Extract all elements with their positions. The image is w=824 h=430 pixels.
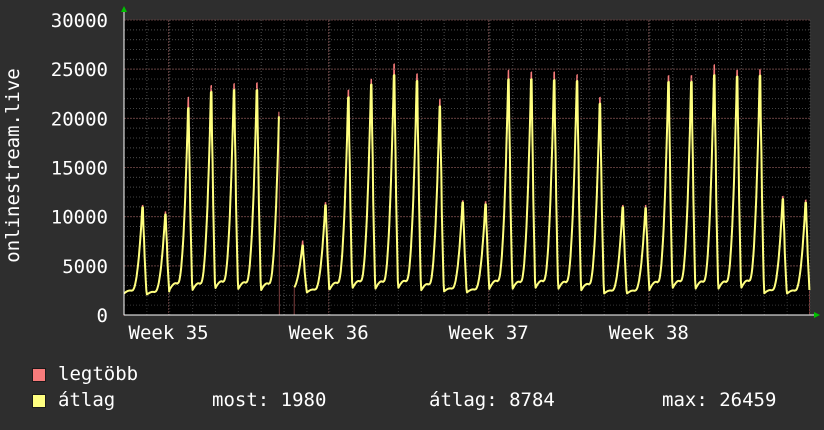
legend-swatch-avg bbox=[32, 394, 46, 408]
legend-item-max: legtöbb bbox=[32, 364, 138, 384]
y-tick-label: 20000 bbox=[51, 108, 108, 130]
y-axis-arrow-icon bbox=[121, 6, 127, 12]
y-tick-label: 15000 bbox=[51, 158, 108, 180]
legend-label-avg: átlag bbox=[58, 389, 116, 411]
x-tick-label: Week 35 bbox=[129, 322, 209, 344]
stat-current: most: 1980 bbox=[212, 389, 327, 411]
x-tick-label: Week 37 bbox=[449, 322, 529, 344]
stat-average: átlag: 8784 bbox=[429, 389, 555, 411]
x-tick-label: Week 36 bbox=[289, 322, 369, 344]
x-axis-arrow-icon bbox=[814, 312, 820, 318]
legend-label-max: legtöbb bbox=[58, 363, 139, 385]
y-tick-label: 0 bbox=[97, 305, 108, 327]
y-tick-label: 5000 bbox=[62, 256, 108, 278]
legend-swatch-max bbox=[32, 368, 46, 382]
y-tick-label: 30000 bbox=[51, 10, 108, 32]
legend-item-avg: átlag bbox=[32, 390, 115, 410]
y-axis-label: onlinestream.live bbox=[2, 68, 24, 262]
stat-maximum: max: 26459 bbox=[662, 389, 777, 411]
y-tick-label: 10000 bbox=[51, 207, 108, 229]
x-tick-label: Week 38 bbox=[609, 322, 689, 344]
y-tick-label: 25000 bbox=[51, 59, 108, 81]
rrd-graph: 0 5000 10000 15000 20000 25000 30000 Week 35 Wee… bbox=[0, 0, 824, 430]
